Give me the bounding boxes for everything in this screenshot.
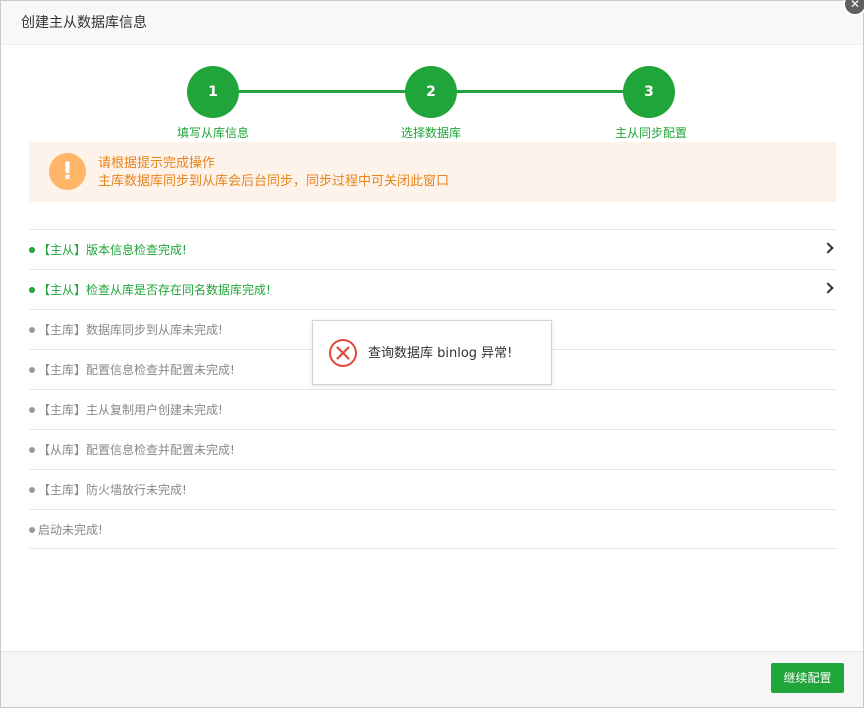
task-item-replication-user: 【主库】主从复制用户创建未完成! [29,389,836,429]
step-progress: 1 填写从库信息 2 选择数据库 3 主从同步配置 [1,61,863,145]
dialog-title: 创建主从数据库信息 [21,15,147,31]
continue-config-button[interactable]: 继续配置 [771,663,844,693]
status-dot-icon [29,247,35,253]
task-item-slave-config: 【从库】配置信息检查并配置未完成! [29,429,836,469]
task-text: 【主从】检查从库是否存在同名数据库完成! [38,283,271,297]
task-text: 【主库】防火墙放行未完成! [38,483,187,497]
status-dot-icon [29,527,35,533]
step-1-label: 填写从库信息 [176,126,249,140]
step-1-circle: 1 [187,66,239,118]
task-text: 【从库】配置信息检查并配置未完成! [38,443,235,457]
notice-panel: ! 请根据提示完成操作 主库数据库同步到从库会后台同步，同步过程中可关闭此窗口 [29,142,836,202]
status-dot-icon [29,407,35,413]
step-2-label: 选择数据库 [400,126,461,140]
step-connector-1-2 [239,90,407,93]
task-text: 【主库】数据库同步到从库未完成! [38,323,223,337]
dialog-header: 创建主从数据库信息 [1,1,863,45]
create-master-slave-dialog: 创建主从数据库信息 1 填写从库信息 2 选择数据库 3 主从同步配置 ! 请根… [0,0,864,708]
chevron-right-icon[interactable] [822,242,834,254]
task-item-version-check[interactable]: 【主从】版本信息检查完成! [29,229,836,269]
task-text: 【主库】配置信息检查并配置未完成! [38,363,235,377]
error-circle-icon [329,339,357,367]
dialog-footer: 继续配置 [1,651,863,707]
notice-line-2: 主库数据库同步到从库会后台同步，同步过程中可关闭此窗口 [98,174,450,189]
step-connector-2-3 [457,90,625,93]
task-text: 启动未完成! [38,523,103,537]
step-2-circle: 2 [405,66,457,118]
task-item-duplicate-db-check[interactable]: 【主从】检查从库是否存在同名数据库完成! [29,269,836,309]
task-item-firewall: 【主库】防火墙放行未完成! [29,469,836,509]
status-dot-icon [29,487,35,493]
task-list: 【主从】版本信息检查完成! 【主从】检查从库是否存在同名数据库完成! 【主库】数… [29,229,836,549]
status-dot-icon [29,447,35,453]
chevron-right-icon[interactable] [822,282,834,294]
step-3-circle: 3 [623,66,675,118]
task-text: 【主从】版本信息检查完成! [38,243,187,257]
error-toast: 查询数据库 binlog 异常! [312,320,552,385]
task-item-start: 启动未完成! [29,509,836,549]
task-text: 【主库】主从复制用户创建未完成! [38,403,223,417]
status-dot-icon [29,367,35,373]
step-3-label: 主从同步配置 [614,126,687,140]
status-dot-icon [29,287,35,293]
toast-message: 查询数据库 binlog 异常! [368,346,513,361]
status-dot-icon [29,327,35,333]
warning-icon: ! [49,153,86,190]
notice-line-1: 请根据提示完成操作 [98,156,216,171]
